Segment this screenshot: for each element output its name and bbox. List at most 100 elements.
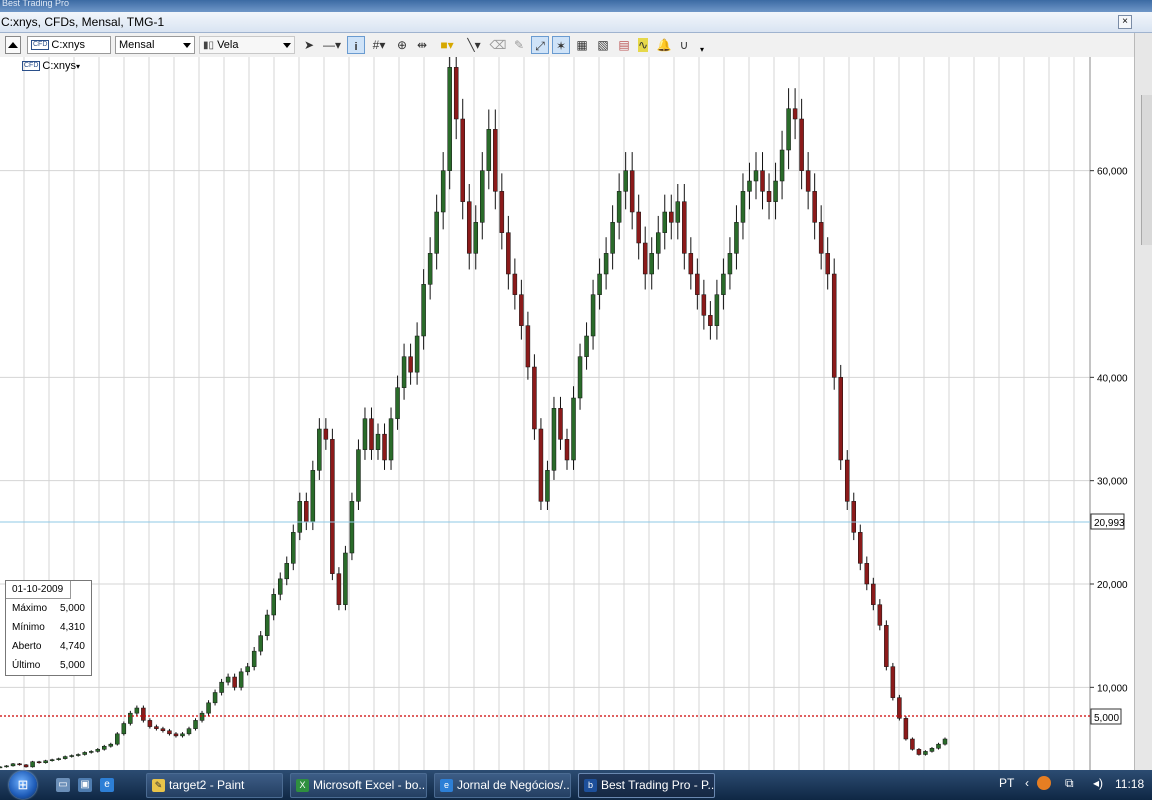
horseshoe-button[interactable]: ∪	[675, 36, 693, 54]
candle-body	[401, 356, 407, 388]
switch-windows-icon[interactable]: ▣	[78, 778, 92, 792]
task-label: Jornal de Negócios/...	[457, 778, 571, 792]
task-excel[interactable]: X Microsoft Excel - bo...	[290, 773, 427, 798]
grid-icon: #▾	[372, 38, 386, 52]
candle-body	[219, 681, 224, 693]
candle-body	[766, 191, 772, 202]
eraser-tool-button[interactable]: ⌫	[489, 36, 507, 54]
candle-body	[727, 253, 733, 275]
task-best-trading[interactable]: b Best Trading Pro - P...	[578, 773, 715, 798]
price-tick-label: 10,000	[1097, 683, 1128, 694]
start-button[interactable]: ⊞	[9, 771, 37, 799]
candle-body	[414, 335, 420, 373]
candle-body	[838, 377, 843, 461]
candle-body	[851, 501, 857, 533]
chart-style-select[interactable]: ▮▯ Vela	[199, 36, 295, 54]
price-chart[interactable]: 60,000 40,000 30,000 20,000 10,000 20,993 5,…	[0, 57, 1134, 770]
price-tick-label: 40,000	[1097, 373, 1128, 384]
line-style-button[interactable]: —▾	[320, 36, 344, 54]
candle-body	[642, 242, 648, 275]
chart-style-value: Vela	[217, 39, 239, 51]
candle-body	[43, 760, 48, 764]
eraser-icon: ⌫	[489, 38, 507, 52]
candle-body	[923, 751, 928, 755]
candle-body	[121, 723, 127, 735]
indicator-button[interactable]: ▦	[573, 36, 591, 54]
candle-body	[232, 676, 237, 688]
firefox-tray-icon[interactable]	[1037, 776, 1051, 790]
autoscale-button[interactable]: ⤢	[531, 36, 549, 54]
compare-button[interactable]: ▧	[594, 36, 612, 54]
candle-body	[760, 170, 765, 192]
candle-body	[864, 563, 870, 585]
chart-grid	[0, 57, 1090, 770]
crosshair-price-value: 20,993	[1094, 518, 1125, 529]
collapse-button[interactable]	[5, 36, 21, 54]
candle-body	[271, 594, 276, 616]
toolbar-overflow-button[interactable]: ▾	[700, 45, 710, 55]
top-strip: Best Trading Pro	[0, 0, 1152, 12]
network-icon[interactable]: ⧉	[1065, 776, 1074, 791]
candle-body	[564, 439, 570, 461]
bell-icon: 🔔	[656, 38, 672, 52]
alert-button[interactable]: 🔔	[655, 36, 673, 54]
chart-symbol-label[interactable]: CFD C:xnys▾	[22, 60, 80, 72]
candle-body	[453, 67, 459, 120]
study-button[interactable]: ∿	[634, 36, 652, 54]
chevron-down-icon	[183, 43, 191, 48]
candle-body	[610, 222, 615, 254]
candle-body	[382, 433, 387, 461]
grid-tool-button[interactable]: #▾	[368, 36, 390, 54]
candle-body	[616, 191, 622, 223]
draw-line-button[interactable]: ╲▾	[462, 36, 486, 54]
symbol-input[interactable]: CFD C:xnys	[27, 36, 111, 54]
candle-icon: ▮▯	[203, 40, 215, 51]
show-desktop-icon[interactable]: ▭	[56, 778, 70, 792]
pointer-tool-button[interactable]: ➤	[300, 36, 318, 54]
magnet-button[interactable]: ✶	[552, 36, 570, 54]
price-axis-labels: 60,000 40,000 30,000 20,000 10,000	[1090, 167, 1128, 694]
task-label: Microsoft Excel - bo...	[313, 778, 427, 792]
candle-body	[56, 758, 61, 760]
candle-body	[206, 702, 211, 714]
period-select[interactable]: Mensal	[115, 36, 195, 54]
export-button[interactable]: ▤	[615, 36, 633, 54]
candle-body	[284, 563, 290, 580]
candle-body	[115, 733, 120, 745]
ie-quicklaunch-icon[interactable]: e	[100, 778, 114, 792]
close-button[interactable]: ×	[1118, 15, 1132, 29]
info-tool-button[interactable]: i	[347, 36, 365, 54]
triangle-up-icon	[8, 42, 18, 48]
window-titlebar[interactable]: C:xnys, CFDs, Mensal, TMG-1 ×	[0, 12, 1152, 33]
price-tick-label: 20,000	[1097, 580, 1128, 591]
color-tool-button[interactable]: ■▾	[435, 36, 459, 54]
delete-drawing-button[interactable]: ✎	[510, 36, 528, 54]
scale-tool-button[interactable]: ⇹	[413, 36, 431, 54]
chart-area[interactable]: 60,000 40,000 30,000 20,000 10,000 20,993 5,…	[0, 57, 1134, 770]
info-label: Mínimo	[12, 622, 45, 633]
pointer-icon: ➤	[303, 38, 315, 52]
zoom-tool-button[interactable]: ⊕	[393, 36, 411, 54]
task-paint[interactable]: ✎ target2 - Paint	[146, 773, 283, 798]
candle-body	[173, 733, 179, 737]
clock[interactable]: 11:18	[1115, 777, 1144, 791]
volume-icon[interactable]: ◂)	[1093, 776, 1103, 790]
candle-body	[773, 180, 778, 202]
candle-body	[95, 749, 101, 752]
info-date: 01-10-2009	[6, 581, 71, 599]
tray-expand-icon[interactable]: ‹	[1025, 776, 1029, 790]
candle-body	[349, 501, 355, 554]
candle-body	[929, 748, 935, 752]
task-browser[interactable]: e Jornal de Negócios/...	[434, 773, 571, 798]
candle-body	[473, 222, 479, 254]
right-scrollbar[interactable]	[1141, 95, 1152, 245]
candle-body	[75, 754, 81, 756]
candle-body	[740, 191, 746, 223]
language-indicator[interactable]: PT	[999, 776, 1014, 790]
candle-body	[662, 211, 668, 233]
candle-body	[317, 428, 322, 471]
toolbar: CFD C:xnys Mensal ▮▯ Vela ➤ —▾ i #▾ ⊕ ⇹ ■…	[0, 33, 1134, 58]
windows-logo-icon: ⊞	[17, 777, 29, 792]
candle-body	[82, 752, 87, 755]
candle-body	[603, 253, 609, 275]
